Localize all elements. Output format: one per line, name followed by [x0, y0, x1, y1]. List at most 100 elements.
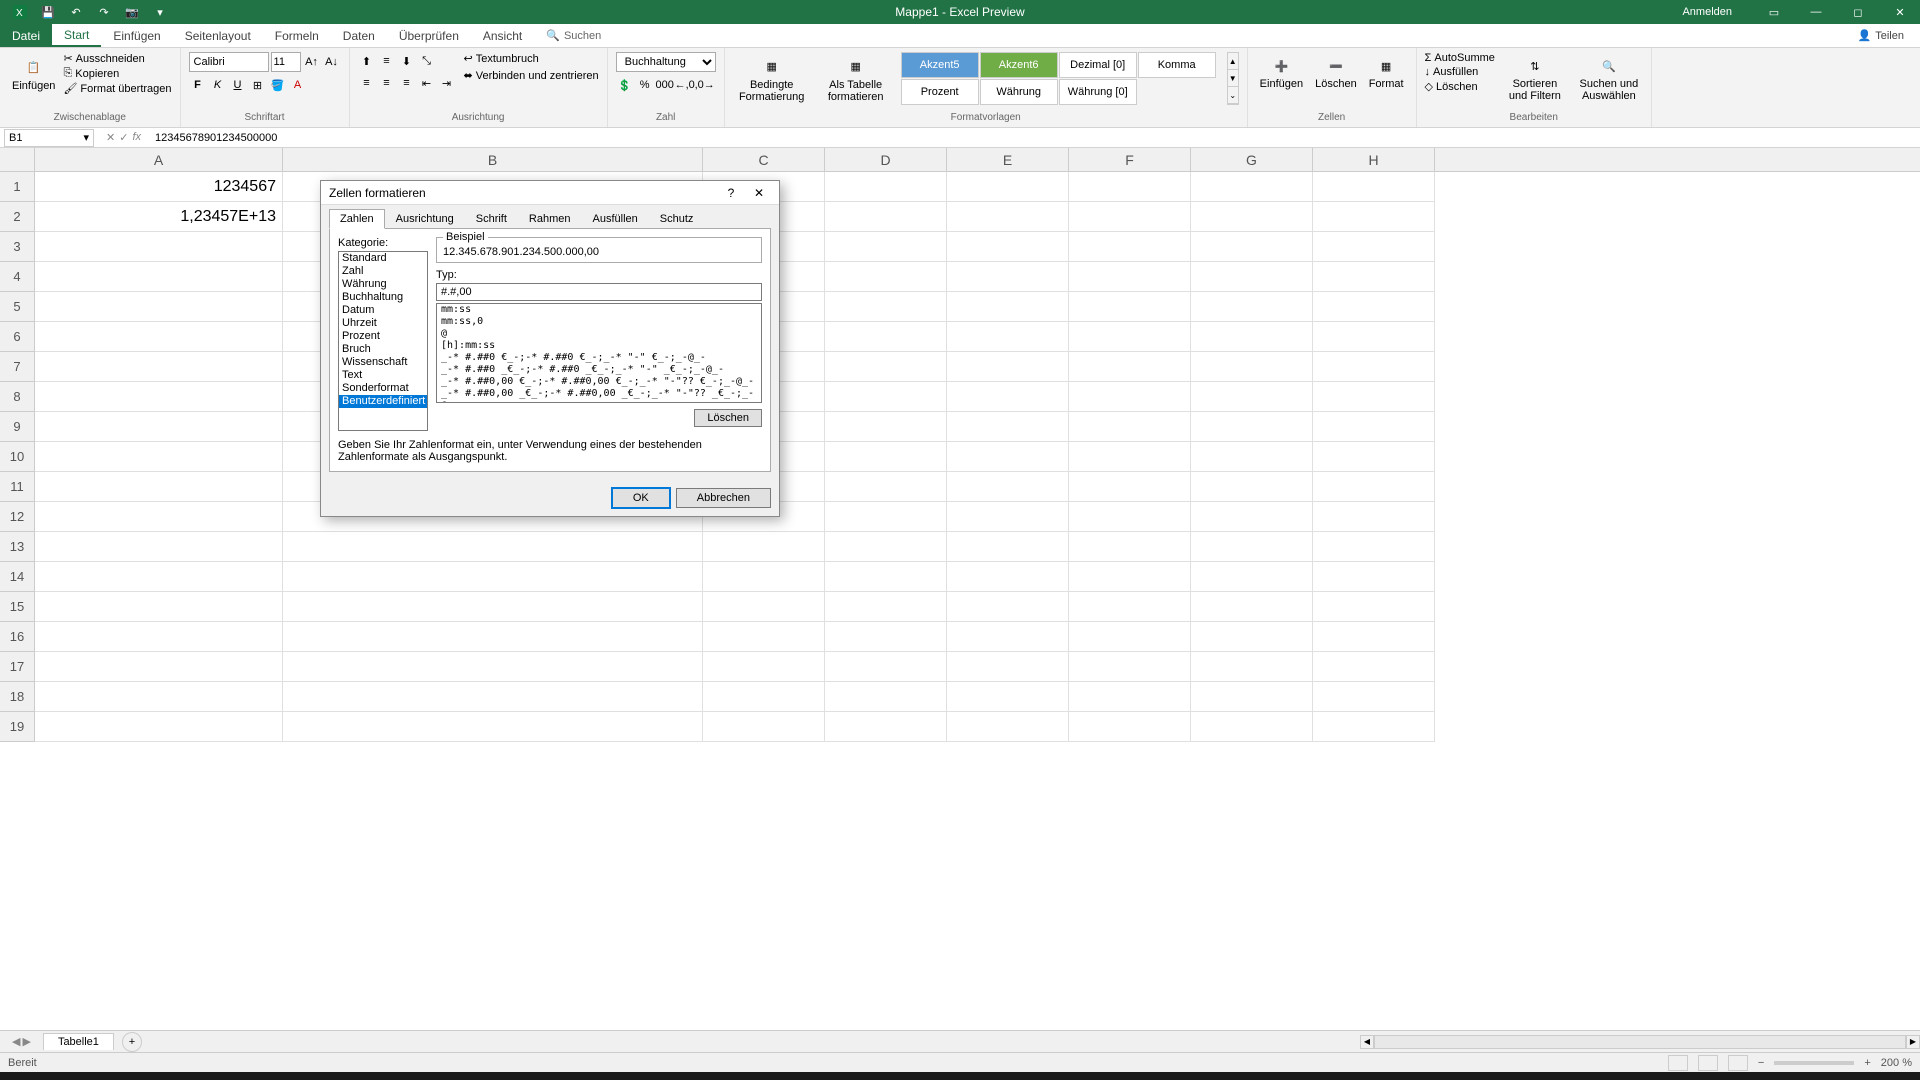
- cell[interactable]: [283, 562, 703, 592]
- cell[interactable]: [825, 592, 947, 622]
- zoom-in-icon[interactable]: +: [1864, 1057, 1870, 1069]
- row-header[interactable]: 19: [0, 712, 35, 742]
- underline-button[interactable]: U: [229, 76, 247, 94]
- tell-me-search[interactable]: 🔍 Suchen: [534, 24, 601, 47]
- fx-icon[interactable]: fx: [132, 131, 141, 144]
- cell[interactable]: [1069, 352, 1191, 382]
- cell[interactable]: [35, 622, 283, 652]
- category-item[interactable]: Text: [339, 369, 427, 382]
- dlg-tab-ausrichtung[interactable]: Ausrichtung: [385, 209, 465, 229]
- cell[interactable]: [1313, 202, 1435, 232]
- delete-cells-button[interactable]: ➖Löschen: [1311, 52, 1361, 92]
- cell[interactable]: [947, 232, 1069, 262]
- cell[interactable]: [1313, 292, 1435, 322]
- tab-insert[interactable]: Einfügen: [101, 24, 172, 47]
- cell[interactable]: [1313, 352, 1435, 382]
- col-header-b[interactable]: B: [283, 148, 703, 171]
- gallery-down-icon[interactable]: ▼: [1228, 70, 1238, 87]
- format-item[interactable]: @: [437, 328, 761, 340]
- cell[interactable]: [1313, 172, 1435, 202]
- cell[interactable]: [35, 262, 283, 292]
- cell[interactable]: [1069, 412, 1191, 442]
- tab-formulas[interactable]: Formeln: [263, 24, 331, 47]
- decrease-decimal-icon[interactable]: ,0→: [696, 76, 714, 94]
- cell[interactable]: [825, 352, 947, 382]
- category-item[interactable]: Benutzerdefiniert: [339, 395, 427, 408]
- cell[interactable]: [947, 472, 1069, 502]
- cell[interactable]: [1191, 652, 1313, 682]
- cell[interactable]: [703, 562, 825, 592]
- font-color-button[interactable]: A: [289, 76, 307, 94]
- cell[interactable]: [1191, 682, 1313, 712]
- pagebreak-view-icon[interactable]: [1728, 1055, 1748, 1071]
- cell[interactable]: [825, 502, 947, 532]
- cell[interactable]: [825, 232, 947, 262]
- redo-icon[interactable]: ↷: [92, 2, 116, 22]
- cell[interactable]: [1313, 682, 1435, 712]
- gallery-more-icon[interactable]: ⌄: [1228, 87, 1238, 104]
- dlg-tab-rahmen[interactable]: Rahmen: [518, 209, 582, 229]
- ribbon-options-icon[interactable]: ▭: [1754, 0, 1794, 24]
- type-input[interactable]: [436, 283, 762, 301]
- cell[interactable]: [1069, 382, 1191, 412]
- row-header[interactable]: 2: [0, 202, 35, 232]
- cell[interactable]: [283, 682, 703, 712]
- cell[interactable]: 1,23457E+13: [35, 202, 283, 232]
- tab-review[interactable]: Überprüfen: [387, 24, 471, 47]
- cell[interactable]: [825, 562, 947, 592]
- name-box[interactable]: B1▾: [4, 129, 94, 147]
- cell[interactable]: [35, 442, 283, 472]
- align-right-icon[interactable]: ≡: [398, 74, 416, 92]
- cell[interactable]: [825, 442, 947, 472]
- cell[interactable]: [35, 502, 283, 532]
- cell[interactable]: [947, 592, 1069, 622]
- cell[interactable]: [1069, 472, 1191, 502]
- cell[interactable]: [1313, 322, 1435, 352]
- cut-button[interactable]: ✂Ausschneiden: [63, 52, 171, 65]
- dialog-close-icon[interactable]: ✕: [747, 183, 771, 203]
- cell[interactable]: [947, 712, 1069, 742]
- bold-button[interactable]: F: [189, 76, 207, 94]
- autosum-button[interactable]: ΣAutoSumme: [1425, 52, 1495, 64]
- format-item[interactable]: _-* #.##0 €_-;-* #.##0 €_-;_-* "-" €_-;_…: [437, 352, 761, 364]
- orientation-icon[interactable]: ⤡: [418, 52, 436, 70]
- cell[interactable]: [1313, 262, 1435, 292]
- col-header-f[interactable]: F: [1069, 148, 1191, 171]
- sheet-nav-prev-icon[interactable]: ◀: [12, 1035, 20, 1048]
- row-header[interactable]: 17: [0, 652, 35, 682]
- formula-input[interactable]: 12345678901234500000: [149, 132, 1920, 144]
- style-komma[interactable]: Komma: [1138, 52, 1216, 78]
- zoom-level[interactable]: 200 %: [1881, 1057, 1912, 1069]
- clear-button[interactable]: ◇Löschen: [1425, 80, 1495, 93]
- cell[interactable]: [283, 712, 703, 742]
- style-prozent[interactable]: Prozent: [901, 79, 979, 105]
- category-item[interactable]: Datum: [339, 304, 427, 317]
- format-item[interactable]: [h]:mm:ss: [437, 340, 761, 352]
- row-header[interactable]: 10: [0, 442, 35, 472]
- cell[interactable]: [947, 292, 1069, 322]
- cell[interactable]: [1069, 652, 1191, 682]
- align-top-icon[interactable]: ⬆: [358, 52, 376, 70]
- col-header-d[interactable]: D: [825, 148, 947, 171]
- cell[interactable]: [947, 532, 1069, 562]
- row-header[interactable]: 4: [0, 262, 35, 292]
- category-item[interactable]: Uhrzeit: [339, 317, 427, 330]
- cell[interactable]: [947, 172, 1069, 202]
- cell[interactable]: [35, 682, 283, 712]
- signin-link[interactable]: Anmelden: [1682, 6, 1752, 18]
- name-box-dropdown-icon[interactable]: ▾: [83, 131, 89, 144]
- cell[interactable]: [1191, 412, 1313, 442]
- cell[interactable]: [35, 382, 283, 412]
- cell[interactable]: [35, 592, 283, 622]
- cell[interactable]: [825, 532, 947, 562]
- cell[interactable]: [1069, 532, 1191, 562]
- increase-decimal-icon[interactable]: ←,0: [676, 76, 694, 94]
- conditional-format-button[interactable]: ▦Bedingte Formatierung: [733, 52, 811, 105]
- cell[interactable]: [825, 712, 947, 742]
- cell[interactable]: [825, 682, 947, 712]
- cell[interactable]: [703, 592, 825, 622]
- row-header[interactable]: 11: [0, 472, 35, 502]
- cell[interactable]: [283, 652, 703, 682]
- format-item[interactable]: _-* #.##0 _€_-;-* #.##0 _€_-;_-* "-" _€_…: [437, 364, 761, 376]
- format-painter-button[interactable]: 🖌Format übertragen: [63, 82, 171, 95]
